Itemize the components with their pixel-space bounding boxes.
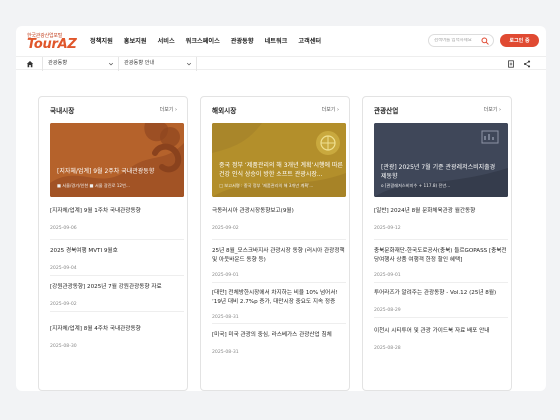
- breadcrumb-divider: [118, 57, 119, 71]
- more-label: 더보기: [159, 107, 174, 113]
- item-date: 2025-08-29: [374, 308, 401, 313]
- item-date: 2025-09-01: [374, 273, 401, 278]
- banner-title: [지자체/업계] 9월 2주차 국내관광동향: [57, 168, 155, 175]
- breadcrumb-divider: [196, 57, 197, 71]
- nav-customer-center[interactable]: 고객센터: [298, 36, 321, 45]
- featured-banner[interactable]: 중국 정부 ‘제품관리의 해 3개년 계획’시행에 따른 건강 인식 상승이 방…: [212, 123, 346, 197]
- banner-subtitle: □ 보고서명 : 중국 정부 '제품관리의 해 3개년 계획'...: [219, 183, 314, 188]
- search-icon[interactable]: [481, 37, 489, 45]
- list-item[interactable]: [대만] 전체방한시장에서 차지하는 비율 10% 넘어서! ‘19년 대비 2…: [212, 289, 346, 325]
- nav-service[interactable]: 서비스: [158, 36, 175, 45]
- item-title: [강원관광동향] 2025년 7월 강원관광동향 자료: [50, 284, 162, 290]
- banner-subtitle: o [관광레저스비지수 + 117.8) 전년...: [381, 183, 451, 188]
- featured-banner[interactable]: [관광] 2025년 7월 기준 관광레저스비지출경제동향 o [관광레저스비지…: [374, 123, 508, 197]
- chevron-down-icon[interactable]: [186, 61, 192, 67]
- card-title: 국내시장: [50, 107, 75, 115]
- item-title: 투어라즈가 알려주는 관광동향 - Vol.12 (25년 8월): [374, 290, 497, 296]
- item-date: 2025-09-12: [374, 226, 401, 231]
- item-date: 2025-09-04: [50, 266, 77, 271]
- card-title: 해외시장: [212, 107, 237, 115]
- tourism-industry-card: 관광산업 더보기 › [관광] 2025년 7월 기준 관광레저스비지출경제동향…: [362, 96, 512, 391]
- banner-title: [관광] 2025년 7월 기준 관광레저스비지출경제동향: [381, 164, 496, 180]
- nav-promotion-support[interactable]: 홍보지원: [124, 36, 147, 45]
- banner-subtitle: ■ 서울/경기/인천 ■ 서울 광진로 12번...: [57, 183, 130, 188]
- item-date: 2025-08-31: [212, 315, 239, 320]
- more-label: 더보기: [483, 107, 498, 113]
- divider: [374, 239, 508, 240]
- main-nav: 정책지원 홍보지원 서비스 워크스페이스 관광동향 네트워크 고객센터: [90, 36, 321, 45]
- item-title: 25년 8월_모스크바지사 관광시장 동향 (러시아 관광정책 및 아웃바운드 …: [212, 248, 345, 263]
- card-title: 관광산업: [374, 107, 399, 115]
- item-title: [지자체/업계] 8월 4주차 국내관광동향: [50, 326, 141, 332]
- item-title: 2025 경북여행 MVTI 9월호: [50, 248, 118, 254]
- login-button[interactable]: 로그인 중: [500, 34, 539, 47]
- breadcrumb-first[interactable]: 관광동향: [48, 59, 67, 66]
- item-date: 2025-09-06: [50, 226, 77, 231]
- item-title: [미국] 미국 관광의 중심, 라스베가스 관광산업 침체: [212, 332, 332, 338]
- list-item[interactable]: [강원관광동향] 2025년 7월 강원관광동향 자료 2025-09-02: [50, 283, 184, 313]
- nav-workspace[interactable]: 워크스페이스: [186, 36, 220, 45]
- item-title: [지자체/업계] 9월 1주차 국내관광동향: [50, 208, 141, 214]
- divider: [374, 317, 508, 318]
- domestic-market-card: 국내시장 더보기 › [지자체/업계] 9월 2주차 국내관광동향 ■ 서울/경…: [38, 96, 188, 391]
- site-header: 한국관광산업포털 TourAZ 정책지원 홍보지원 서비스 워크스페이스 관광동…: [16, 26, 546, 56]
- item-date: 2025-08-28: [374, 346, 401, 351]
- more-label: 더보기: [321, 107, 336, 113]
- list-item[interactable]: 25년 8월_모스크바지사 관광시장 동향 (러시아 관광정책 및 아웃바운드 …: [212, 247, 346, 283]
- list-item[interactable]: 이천시 시티투어 및 관광 가이드북 자료 배포 안내 2025-08-28: [374, 327, 508, 357]
- more-link[interactable]: 더보기 ›: [484, 106, 501, 113]
- divider: [50, 275, 184, 276]
- breadcrumb: 관광동향 관광동향 안내: [16, 56, 546, 71]
- featured-banner[interactable]: [지자체/업계] 9월 2주차 국내관광동향 ■ 서울/경기/인천 ■ 서울 광…: [50, 123, 184, 197]
- divider: [374, 282, 508, 283]
- item-date: 2025-08-30: [50, 344, 77, 349]
- item-date: 2025-09-02: [212, 226, 239, 231]
- search-input[interactable]: [434, 38, 480, 43]
- list-item[interactable]: [지자체/업계] 8월 4주차 국내관광동향 2025-08-30: [50, 325, 184, 355]
- list-item[interactable]: 투어라즈가 알려주는 관광동향 - Vol.12 (25년 8월) 2025-0…: [374, 289, 508, 319]
- item-title: 충북문화재단-한국도로공사(충북) 들르GOPASS [충북전당여행사 상품 여…: [374, 248, 507, 263]
- divider: [212, 239, 346, 240]
- more-link[interactable]: 더보기 ›: [322, 106, 339, 113]
- divider: [212, 323, 346, 324]
- list-item[interactable]: 2025 경북여행 MVTI 9월호 2025-09-04: [50, 247, 184, 277]
- search-box: [428, 34, 494, 47]
- list-item[interactable]: 충북문화재단-한국도로공사(충북) 들르GOPASS [충북전당여행사 상품 여…: [374, 247, 508, 283]
- bookmark-icon[interactable]: [507, 60, 515, 68]
- item-date: 2025-09-02: [50, 302, 77, 307]
- nav-network[interactable]: 네트워크: [265, 36, 288, 45]
- overseas-market-card: 해외시장 더보기 › 중국 정부 ‘제품관리의 해 3개년 계획’시행에 따른 …: [200, 96, 350, 391]
- item-title: [일반] 2024년 8월 문화체육관광 월간동향: [374, 208, 476, 214]
- more-link[interactable]: 더보기 ›: [160, 106, 177, 113]
- breadcrumb-second[interactable]: 관광동향 안내: [124, 59, 154, 66]
- logo-wordmark: TourAZ: [27, 37, 77, 52]
- breadcrumb-divider: [42, 57, 43, 71]
- page-frame: 한국관광산업포털 TourAZ 정책지원 홍보지원 서비스 워크스페이스 관광동…: [16, 26, 546, 391]
- share-icon[interactable]: [523, 60, 531, 68]
- nav-policy-support[interactable]: 정책지원: [90, 36, 113, 45]
- divider: [50, 311, 184, 312]
- item-title: 이천시 시티투어 및 관광 가이드북 자료 배포 안내: [374, 328, 490, 334]
- nav-tourism-trends[interactable]: 관광동향: [231, 36, 254, 45]
- list-item[interactable]: [미국] 미국 관광의 중심, 라스베가스 관광산업 침체 2025-08-31: [212, 331, 346, 361]
- item-date: 2025-09-01: [212, 273, 239, 278]
- item-title: [대만] 전체방한시장에서 차지하는 비율 10% 넘어서! ‘19년 대비 2…: [212, 290, 338, 305]
- divider: [212, 282, 346, 283]
- item-date: 2025-08-31: [212, 350, 239, 355]
- site-logo[interactable]: 한국관광산업포털 TourAZ: [27, 32, 87, 52]
- list-item[interactable]: [지자체/업계] 9월 1주차 국내관광동향 2025-09-06: [50, 207, 184, 237]
- list-item[interactable]: 극동러시아 관광시장동향보고(9월) 2025-09-02: [212, 207, 346, 237]
- home-icon[interactable]: [26, 60, 34, 68]
- chevron-down-icon[interactable]: [108, 61, 114, 67]
- divider: [50, 239, 184, 240]
- item-title: 극동러시아 관광시장동향보고(9월): [212, 208, 294, 214]
- list-item[interactable]: [일반] 2024년 8월 문화체육관광 월간동향 2025-09-12: [374, 207, 508, 237]
- banner-title: 중국 정부 ‘제품관리의 해 3개년 계획’시행에 따른 건강 인식 상승이 방…: [219, 162, 343, 178]
